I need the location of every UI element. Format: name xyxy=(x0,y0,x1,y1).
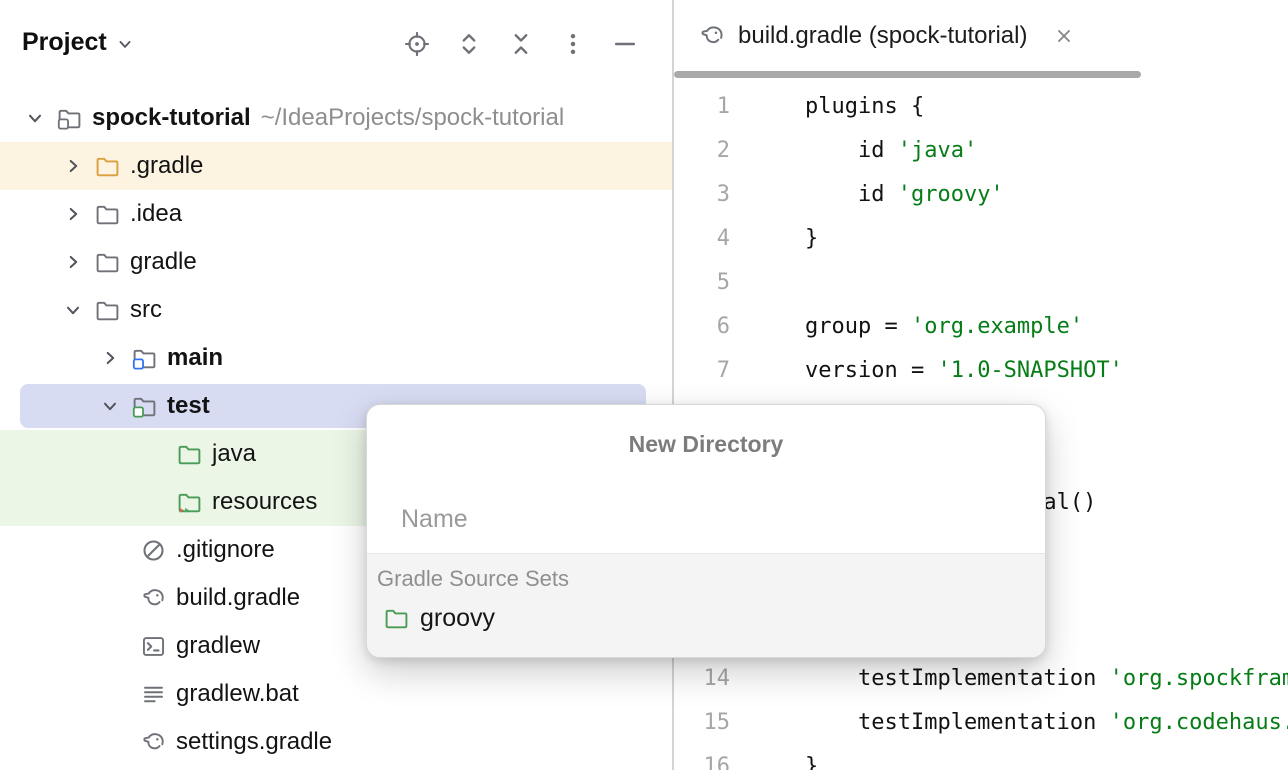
tree-item-main[interactable]: main xyxy=(0,334,672,382)
source-folder-icon xyxy=(131,345,158,372)
chevron-right-icon[interactable] xyxy=(62,203,84,225)
hide-panel-button[interactable] xyxy=(611,30,639,58)
text-file-icon xyxy=(140,681,167,708)
project-panel-header: Project xyxy=(0,0,672,88)
code-line: } xyxy=(805,217,1288,261)
gradle-file-icon xyxy=(140,585,167,612)
tree-item-idea[interactable]: .idea xyxy=(0,190,672,238)
tree-item-label: .gradle xyxy=(130,152,203,180)
tree-item-settings-gradle[interactable]: settings.gradle xyxy=(0,718,672,766)
select-opened-file-button[interactable] xyxy=(403,30,431,58)
folder-icon xyxy=(94,153,121,180)
project-view-selector[interactable]: Project xyxy=(22,28,135,57)
terminal-script-icon xyxy=(140,633,167,660)
test-resources-folder-icon xyxy=(176,489,203,516)
section-label: Gradle Source Sets xyxy=(377,566,1045,592)
test-folder-icon xyxy=(131,393,158,420)
expand-all-button[interactable] xyxy=(455,30,483,58)
tree-item-spock-tutorial[interactable]: spock-tutorial ~/IdeaProjects/spock-tuto… xyxy=(0,94,672,142)
folder-icon xyxy=(94,249,121,276)
directory-name-input[interactable] xyxy=(367,483,1045,555)
chevron-right-icon[interactable] xyxy=(62,251,84,273)
line-number: 4 xyxy=(674,217,730,261)
chevron-down-icon[interactable] xyxy=(62,299,84,321)
chevron-right-icon[interactable] xyxy=(62,155,84,177)
collapse-all-button[interactable] xyxy=(507,30,535,58)
tree-item-label: test xyxy=(167,392,210,420)
code-line: plugins { xyxy=(805,85,1288,129)
chevron-down-icon[interactable] xyxy=(24,107,46,129)
tree-item-gradle-dot[interactable]: .gradle xyxy=(0,142,672,190)
line-number: 2 xyxy=(674,129,730,173)
folder-icon xyxy=(94,297,121,324)
code-line xyxy=(805,261,1288,305)
more-options-button[interactable] xyxy=(559,30,587,58)
tree-item-label: .gitignore xyxy=(176,536,275,564)
code-line: id 'java' xyxy=(805,129,1288,173)
code-line: testImplementation 'org.spockframework:s… xyxy=(805,657,1288,701)
tree-item-gradle[interactable]: gradle xyxy=(0,238,672,286)
tree-item-label: .idea xyxy=(130,200,182,228)
close-tab-icon[interactable] xyxy=(1053,25,1075,47)
folder-icon xyxy=(383,605,410,632)
popup-title: New Directory xyxy=(367,431,1045,458)
line-number: 14 xyxy=(674,657,730,701)
new-directory-popup: New Directory Gradle Source Sets groovy xyxy=(366,404,1046,658)
line-number: 7 xyxy=(674,349,730,393)
tree-item-label: build.gradle xyxy=(176,584,300,612)
line-number: 16 xyxy=(674,745,730,770)
tree-item-label: gradlew xyxy=(176,632,260,660)
tree-item-label: src xyxy=(130,296,162,324)
line-number: 3 xyxy=(674,173,730,217)
line-number: 15 xyxy=(674,701,730,745)
tree-item-label: main xyxy=(167,344,223,372)
tab-build-gradle[interactable]: build.gradle (spock-tutorial) xyxy=(698,22,1075,50)
tree-item-label: gradlew.bat xyxy=(176,680,299,708)
tree-item-gradlew-bat[interactable]: gradlew.bat xyxy=(0,670,672,718)
folder-icon xyxy=(94,201,121,228)
gradle-file-icon xyxy=(140,729,167,756)
tree-item-src[interactable]: src xyxy=(0,286,672,334)
code-line: id 'groovy' xyxy=(805,173,1288,217)
code-line: version = '1.0-SNAPSHOT' xyxy=(805,349,1288,393)
suggestion-label: groovy xyxy=(420,604,495,633)
panel-title: Project xyxy=(22,28,107,57)
tab-title: build.gradle (spock-tutorial) xyxy=(738,22,1027,50)
line-number: 5 xyxy=(674,261,730,305)
tree-item-label: spock-tutorial xyxy=(92,104,251,132)
chevron-right-icon[interactable] xyxy=(99,347,121,369)
editor-tab-bar: build.gradle (spock-tutorial) xyxy=(674,0,1075,72)
line-number: 6 xyxy=(674,305,730,349)
chevron-down-icon[interactable] xyxy=(99,395,121,417)
popup-suggestions: Gradle Source Sets groovy xyxy=(367,553,1045,657)
tree-item-label: resources xyxy=(212,488,317,516)
project-folder-icon xyxy=(56,105,83,132)
line-number: 1 xyxy=(674,85,730,129)
tree-item-label: gradle xyxy=(130,248,197,276)
tree-item-label: settings.gradle xyxy=(176,728,332,756)
code-line: testImplementation 'org.codehaus.groovy:… xyxy=(805,701,1288,745)
project-path: ~/IdeaProjects/spock-tutorial xyxy=(261,104,564,132)
ignore-file-icon xyxy=(140,537,167,564)
code-line: } xyxy=(805,745,1288,770)
tree-item-label: java xyxy=(212,440,256,468)
chevron-down-icon xyxy=(115,34,135,54)
suggestion-groovy[interactable]: groovy xyxy=(375,596,1045,640)
code-line: group = 'org.example' xyxy=(805,305,1288,349)
horizontal-scrollbar[interactable] xyxy=(674,71,1141,78)
gradle-file-icon xyxy=(698,22,726,50)
test-sources-folder-icon xyxy=(176,441,203,468)
